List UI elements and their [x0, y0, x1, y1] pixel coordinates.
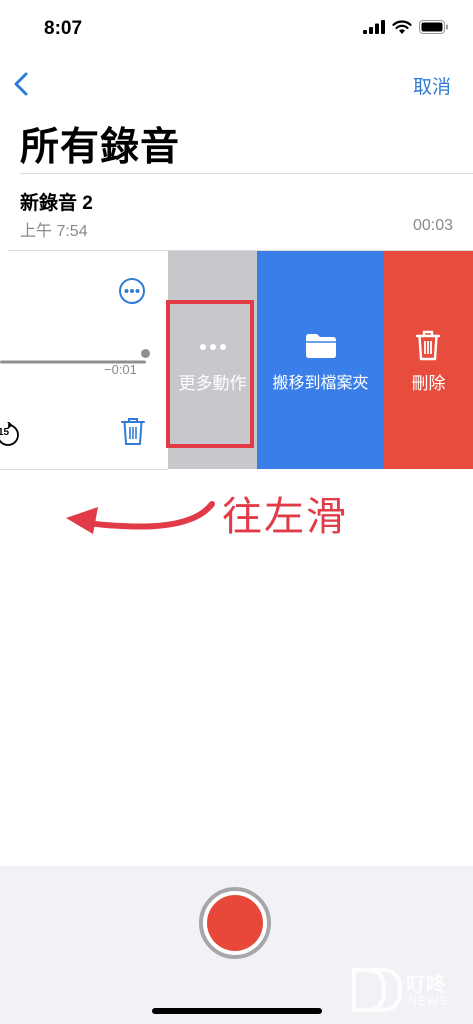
status-icons [363, 20, 449, 34]
watermark-en: NEWS [408, 994, 448, 1008]
highlight-box [166, 300, 254, 448]
divider [0, 469, 168, 470]
wifi-icon [392, 20, 412, 34]
trash-icon [415, 330, 441, 361]
delete-button[interactable]: 刪除 [384, 251, 473, 469]
battery-icon [419, 20, 448, 34]
skip-back-label: 15 [0, 427, 10, 438]
record-button[interactable] [199, 887, 271, 959]
record-dot [207, 895, 263, 951]
ellipsis-circle-icon [119, 278, 145, 304]
swipe-left-annotation: 往左滑 [222, 495, 348, 539]
move-to-folder-label: 搬移到檔案夾 [272, 375, 369, 392]
logo-mark-icon [352, 968, 403, 1012]
more-options-button[interactable] [118, 277, 146, 310]
recording-duration: 00:03 [412, 217, 453, 234]
delete-label: 刪除 [411, 374, 446, 393]
status-time: 8:07 [44, 18, 83, 39]
back-button[interactable] [8, 64, 38, 104]
move-to-folder-button[interactable]: 搬移到檔案夾 [257, 251, 384, 469]
page-title: 所有錄音 [20, 126, 181, 169]
skip-back-button[interactable]: 15 [0, 421, 22, 446]
recording-player-row: −0:01 15 [0, 251, 168, 469]
trash-icon [121, 418, 145, 445]
time-remaining: −0:01 [104, 362, 137, 377]
delete-recording-button[interactable] [120, 416, 146, 451]
folder-icon [306, 334, 336, 358]
home-indicator[interactable] [152, 1008, 322, 1014]
scrubber-thumb[interactable] [141, 349, 150, 358]
scrubber-track[interactable] [0, 351, 150, 364]
chevron-left-icon [14, 72, 28, 96]
recording-name[interactable]: 新錄音 2 [20, 188, 93, 215]
recording-time: 上午 7:54 [20, 223, 88, 240]
watermark-logo: 叮咚 NEWS [352, 966, 464, 1014]
signal-icon [363, 20, 385, 34]
divider [20, 173, 473, 174]
watermark-cn: 叮咚 [406, 974, 446, 996]
swipe-arrow-icon [66, 501, 215, 534]
cancel-button[interactable]: 取消 [413, 72, 451, 99]
